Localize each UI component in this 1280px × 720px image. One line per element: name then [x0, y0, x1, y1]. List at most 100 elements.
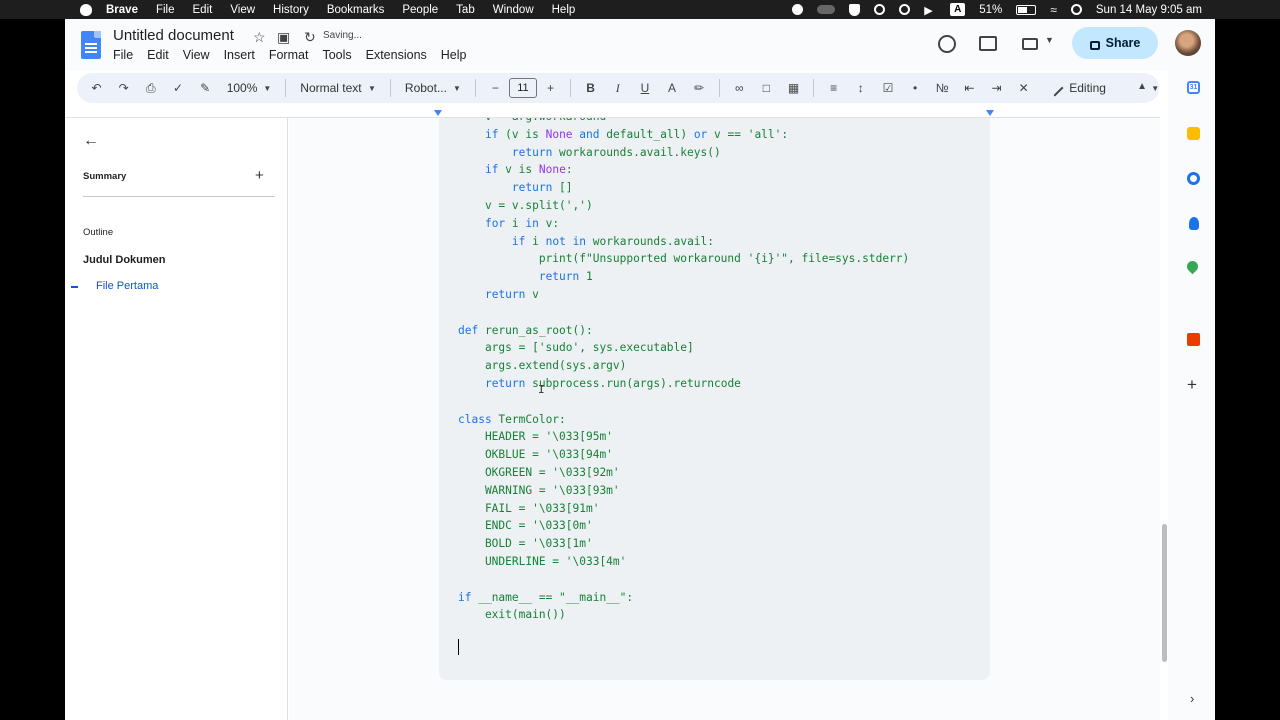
keep-icon[interactable] [1187, 127, 1200, 140]
underline-button[interactable]: U [637, 80, 652, 96]
wifi-icon[interactable]: ≈ [1050, 3, 1057, 17]
outline-heading-2[interactable]: File Pertama [96, 280, 158, 292]
menu-window[interactable]: Window [493, 4, 534, 16]
bold-button[interactable]: B [583, 80, 598, 96]
menu-tab[interactable]: Tab [456, 4, 475, 16]
docs-logo-icon[interactable] [81, 31, 101, 59]
scrollbar-thumb[interactable] [1162, 524, 1167, 662]
share-button[interactable]: Share [1072, 27, 1158, 59]
battery-icon[interactable] [1016, 4, 1037, 15]
increase-indent-icon[interactable]: ⇥ [989, 80, 1004, 96]
code-line[interactable]: FAIL = '\033[91m' [458, 500, 909, 518]
brave-shield-icon[interactable] [849, 3, 861, 16]
print-icon[interactable]: ⎙ [143, 80, 158, 96]
code-line[interactable]: print(f"Unsupported workaround '{i}'", f… [458, 250, 909, 268]
code-line[interactable]: UNDERLINE = '\033[4m' [458, 553, 909, 571]
meet-video-icon[interactable] [1022, 38, 1038, 50]
code-line[interactable]: if __name__ == "__main__": [458, 589, 909, 607]
code-line[interactable]: ​ [458, 393, 909, 411]
numbered-list-icon[interactable]: № [935, 80, 950, 96]
code-line[interactable]: return workarounds.avail.keys() [458, 144, 909, 162]
insert-image-icon[interactable]: ▦ [786, 80, 801, 96]
code-line[interactable]: return [] [458, 179, 909, 197]
code-line[interactable]: if v is None: [458, 161, 909, 179]
code-line[interactable]: BOLD = '\033[1m' [458, 535, 909, 553]
highlight-icon[interactable]: ✏ [692, 80, 707, 96]
menu-view[interactable]: View [230, 4, 255, 16]
code-line[interactable]: HEADER = '\033[95m' [458, 428, 909, 446]
tasks-icon[interactable] [1187, 172, 1200, 185]
docs-menu-extensions[interactable]: Extensions [366, 48, 427, 62]
code-line[interactable]: OKGREEN = '\033[92m' [458, 464, 909, 482]
menu-history[interactable]: History [273, 4, 309, 16]
code-content[interactable]: v = arg.workaround if (v is None and def… [458, 118, 909, 624]
cloud-icon[interactable] [817, 5, 836, 14]
vpn-icon[interactable] [874, 4, 886, 15]
code-line[interactable]: ​ [458, 571, 909, 589]
menu-bar-datetime[interactable]: Sun 14 May 9:05 am [1096, 4, 1202, 16]
maps-icon[interactable] [1184, 258, 1201, 275]
volume-icon[interactable]: ▶ [924, 4, 936, 17]
star-icon[interactable]: ☆ [253, 29, 266, 46]
menu-bookmarks[interactable]: Bookmarks [327, 4, 385, 16]
docs-menu-help[interactable]: Help [441, 48, 467, 62]
code-line[interactable]: args.extend(sys.argv) [458, 357, 909, 375]
code-line[interactable]: ​ [458, 304, 909, 322]
control-center-icon[interactable] [1070, 4, 1082, 15]
menu-help[interactable]: Help [552, 4, 576, 16]
input-source-icon[interactable]: A [950, 3, 966, 16]
code-block[interactable]: v = arg.workaround if (v is None and def… [439, 118, 990, 680]
undo-icon[interactable]: ↶ [89, 80, 104, 96]
text-color-button[interactable]: A [664, 80, 679, 96]
checklist-icon[interactable]: ☑ [880, 80, 895, 96]
menu-edit[interactable]: Edit [193, 4, 213, 16]
add-comment-icon[interactable]: □ [759, 80, 774, 96]
code-line[interactable]: exit(main()) [458, 606, 909, 624]
account-avatar[interactable] [1175, 30, 1201, 56]
clear-formatting-icon[interactable]: ✕ [1016, 80, 1031, 96]
align-icon[interactable]: ≡ [826, 80, 841, 96]
menu-app-name[interactable]: Brave [106, 4, 138, 16]
code-line[interactable]: args = ['sudo', sys.executable] [458, 339, 909, 357]
link-icon[interactable]: ∞ [732, 80, 747, 96]
docs-menu-edit[interactable]: Edit [147, 48, 169, 62]
move-folder-icon[interactable]: ▣ [277, 29, 290, 46]
redo-icon[interactable]: ↷ [116, 80, 131, 96]
document-title[interactable]: Untitled document [113, 27, 234, 44]
docs-menu-tools[interactable]: Tools [322, 48, 351, 62]
right-indent-marker[interactable] [986, 110, 994, 116]
left-indent-marker[interactable] [434, 110, 442, 116]
code-line[interactable]: def rerun_as_root(): [458, 322, 909, 340]
record-icon[interactable] [792, 4, 804, 15]
code-line[interactable]: return 1 [458, 268, 909, 286]
code-line[interactable]: for i in v: [458, 215, 909, 233]
apple-logo-icon[interactable] [80, 3, 92, 16]
code-line[interactable]: return v [458, 286, 909, 304]
contacts-icon[interactable] [1189, 217, 1199, 230]
code-line[interactable]: OKBLUE = '\033[94m' [458, 446, 909, 464]
increase-font-size-icon[interactable]: + [543, 80, 558, 96]
code-line[interactable]: if i not in workarounds.avail: [458, 233, 909, 251]
docs-menu-view[interactable]: View [183, 48, 210, 62]
globe-icon[interactable] [899, 4, 911, 15]
get-addons-icon[interactable]: + [1187, 375, 1197, 395]
menu-file[interactable]: File [156, 4, 175, 16]
docs-menu-insert[interactable]: Insert [224, 48, 255, 62]
line-spacing-icon[interactable]: ↕ [853, 80, 868, 96]
code-line[interactable]: return subprocess.run(args).returncode [458, 375, 909, 393]
back-arrow-icon[interactable]: ← [83, 132, 99, 150]
docs-menu-format[interactable]: Format [269, 48, 309, 62]
meet-chevron-down-icon[interactable]: ▼ [1045, 35, 1054, 45]
hide-menus-icon[interactable]: ▲ [1137, 81, 1147, 92]
code-line[interactable]: WARNING = '\033[93m' [458, 482, 909, 500]
bulleted-list-icon[interactable]: • [908, 80, 923, 96]
document-canvas[interactable]: v = arg.workaround if (v is None and def… [289, 118, 1160, 720]
comments-icon[interactable] [979, 36, 997, 51]
font-family-dropdown[interactable]: Robot... ▼ [397, 81, 469, 95]
paint-format-icon[interactable]: ✎ [198, 80, 213, 96]
code-line[interactable]: v = v.split(',') [458, 197, 909, 215]
decrease-font-size-icon[interactable]: − [488, 80, 503, 96]
version-history-icon[interactable] [938, 35, 956, 53]
outline-heading-1[interactable]: Judul Dokumen [83, 254, 166, 266]
code-line[interactable]: if (v is None and default_all) or v == '… [458, 126, 909, 144]
